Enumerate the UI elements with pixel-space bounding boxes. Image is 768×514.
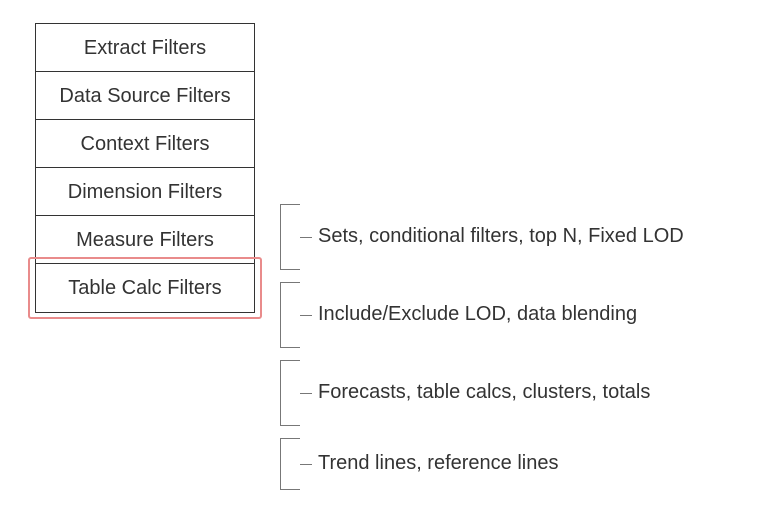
node-label: Measure Filters bbox=[76, 229, 214, 252]
node-dimension-filters: Dimension Filters bbox=[35, 167, 255, 217]
bracket-icon bbox=[280, 204, 300, 270]
bracket-icon bbox=[280, 282, 300, 348]
node-data-source-filters: Data Source Filters bbox=[35, 71, 255, 121]
node-label: Table Calc Filters bbox=[68, 277, 221, 300]
annotation-sets-fixed: Sets, conditional filters, top N, Fixed … bbox=[318, 225, 684, 248]
node-label: Extract Filters bbox=[84, 37, 206, 60]
node-table-calc-filters: Table Calc Filters bbox=[35, 263, 255, 313]
node-label: Dimension Filters bbox=[68, 181, 222, 204]
node-context-filters: Context Filters bbox=[35, 119, 255, 169]
annotation-forecasts: Forecasts, table calcs, clusters, totals bbox=[318, 381, 650, 404]
annotation-include-exclude: Include/Exclude LOD, data blending bbox=[318, 303, 637, 326]
node-extract-filters: Extract Filters bbox=[35, 23, 255, 73]
annotation-trend: Trend lines, reference lines bbox=[318, 452, 559, 475]
node-label: Data Source Filters bbox=[59, 85, 230, 108]
bracket-icon bbox=[280, 360, 300, 426]
node-label: Context Filters bbox=[81, 133, 210, 156]
flowchart: Extract Filters Data Source Filters Cont… bbox=[35, 23, 255, 313]
bracket-icon bbox=[280, 438, 300, 490]
